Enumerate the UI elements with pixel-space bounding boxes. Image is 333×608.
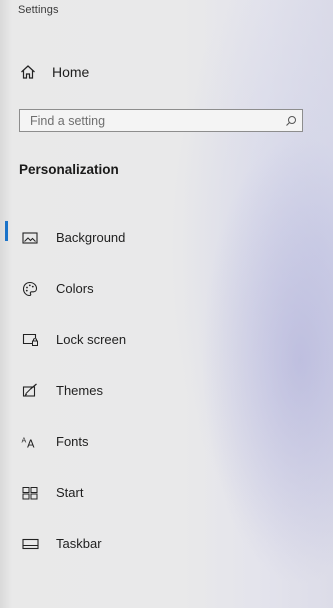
colors-icon — [20, 279, 40, 299]
nav-item-label: Colors — [56, 281, 94, 296]
taskbar-icon — [20, 534, 40, 554]
home-nav-item[interactable]: Home — [18, 59, 308, 85]
nav-item-fonts[interactable]: A A Fonts — [0, 416, 320, 467]
nav-item-label: Lock screen — [56, 332, 127, 347]
nav-item-lock-screen[interactable]: Lock screen — [0, 314, 320, 365]
nav-item-label: Taskbar — [56, 536, 102, 551]
lock-screen-icon — [20, 330, 40, 350]
nav-item-label: Start — [56, 485, 84, 500]
nav-item-start[interactable]: Start — [0, 467, 320, 518]
app-title: Settings — [18, 4, 59, 16]
nav-item-label: Background — [56, 230, 126, 245]
nav-item-background[interactable]: Background — [0, 212, 320, 263]
start-icon — [20, 483, 40, 503]
svg-text:A: A — [22, 436, 27, 444]
nav-item-themes[interactable]: Themes — [0, 365, 320, 416]
nav-item-taskbar[interactable]: Taskbar — [0, 518, 320, 569]
search-input[interactable] — [20, 110, 280, 131]
themes-icon — [20, 381, 40, 401]
personalization-nav: Background Colors Lock screen Themes A A… — [0, 212, 320, 569]
home-label: Home — [52, 64, 90, 80]
search-icon[interactable] — [280, 110, 302, 131]
svg-text:A: A — [27, 437, 35, 449]
background-icon — [20, 228, 40, 248]
settings-window: Settings Home Personalization — [0, 0, 333, 608]
nav-item-label: Fonts — [56, 434, 89, 449]
search-box[interactable] — [19, 109, 303, 132]
nav-item-label: Themes — [56, 383, 103, 398]
nav-item-colors[interactable]: Colors — [0, 263, 320, 314]
fonts-icon: A A — [20, 432, 40, 452]
home-icon — [18, 62, 38, 82]
section-title: Personalization — [19, 162, 119, 177]
